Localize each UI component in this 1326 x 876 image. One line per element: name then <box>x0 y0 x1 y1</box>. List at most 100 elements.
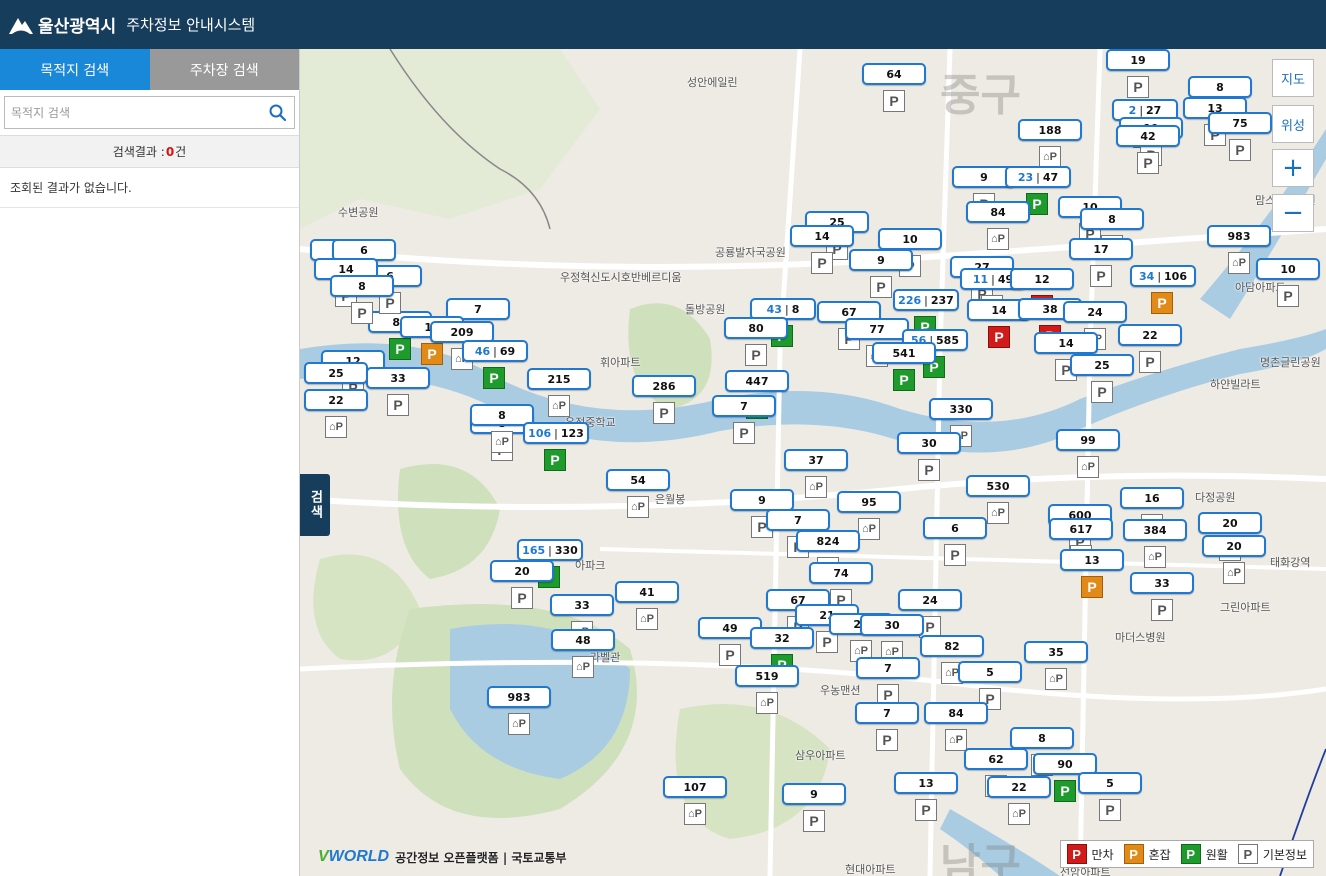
parking-count-label[interactable]: 14 <box>790 225 854 247</box>
parking-count-label[interactable]: 824 <box>796 530 860 552</box>
parking-basic-icon[interactable]: P <box>1229 139 1251 161</box>
public-parking-icon[interactable]: ⌂P <box>1008 803 1030 825</box>
zoom-out-button[interactable]: − <box>1272 194 1314 232</box>
parking-available-icon[interactable]: P <box>544 449 566 471</box>
parking-basic-icon[interactable]: P <box>511 587 533 609</box>
parking-basic-icon[interactable]: P <box>351 302 373 324</box>
search-icon[interactable] <box>268 103 288 123</box>
parking-basic-icon[interactable]: P <box>1127 76 1149 98</box>
parking-busy-icon[interactable]: P <box>1151 292 1173 314</box>
parking-count-label[interactable]: 62 <box>964 748 1028 770</box>
parking-count-label[interactable]: 42 <box>1116 125 1180 147</box>
parking-count-label[interactable]: 7 <box>855 702 919 724</box>
parking-count-label[interactable]: 22 <box>304 389 368 411</box>
public-parking-icon[interactable]: ⌂P <box>945 729 967 751</box>
public-parking-icon[interactable]: ⌂P <box>987 502 1009 524</box>
parking-count-label[interactable]: 80 <box>724 317 788 339</box>
parking-count-label[interactable]: 74 <box>809 562 873 584</box>
parking-count-label[interactable]: 20 <box>1198 512 1262 534</box>
search-input[interactable] <box>5 97 294 128</box>
parking-basic-icon[interactable]: P <box>1091 381 1113 403</box>
parking-count-label[interactable]: 286 <box>632 375 696 397</box>
public-parking-icon[interactable]: ⌂P <box>325 416 347 438</box>
parking-count-label[interactable]: 13 <box>894 772 958 794</box>
parking-count-label[interactable]: 32 <box>750 627 814 649</box>
parking-count-label[interactable]: 48 <box>551 629 615 651</box>
parking-count-label[interactable]: 24 <box>898 589 962 611</box>
parking-count-label[interactable]: 64 <box>862 63 926 85</box>
city-name[interactable]: 울산광역시 <box>38 12 116 37</box>
parking-count-label[interactable]: 983 <box>1207 225 1271 247</box>
parking-count-label[interactable]: 6 <box>923 517 987 539</box>
parking-count-label[interactable]: 983 <box>487 686 551 708</box>
parking-count-label[interactable]: 8 <box>1188 76 1252 98</box>
parking-count-label[interactable]: 13 <box>1060 549 1124 571</box>
parking-count-label[interactable]: 10 <box>878 228 942 250</box>
parking-count-label[interactable]: 77 <box>845 318 909 340</box>
parking-count-label[interactable]: 46 | 69 <box>462 340 528 362</box>
public-parking-icon[interactable]: ⌂P <box>1223 562 1245 584</box>
parking-count-label[interactable]: 165 | 330 <box>517 539 583 561</box>
public-parking-icon[interactable]: ⌂P <box>548 395 570 417</box>
parking-basic-icon[interactable]: P <box>811 252 833 274</box>
tab-parking-search[interactable]: 주차장 검색 <box>149 49 299 90</box>
parking-count-label[interactable]: 215 <box>527 368 591 390</box>
public-parking-icon[interactable]: ⌂P <box>858 518 880 540</box>
parking-basic-icon[interactable]: P <box>883 90 905 112</box>
parking-count-label[interactable]: 9 <box>730 489 794 511</box>
parking-count-label[interactable]: 530 <box>966 475 1030 497</box>
parking-basic-icon[interactable]: P <box>1099 799 1121 821</box>
parking-count-label[interactable]: 25 <box>304 362 368 384</box>
parking-basic-icon[interactable]: P <box>719 644 741 666</box>
parking-basic-icon[interactable]: P <box>745 344 767 366</box>
parking-count-label[interactable]: 5 <box>958 661 1022 683</box>
parking-count-label[interactable]: 617 <box>1049 518 1113 540</box>
parking-basic-icon[interactable]: P <box>653 402 675 424</box>
parking-count-label[interactable]: 22 <box>987 776 1051 798</box>
parking-count-label[interactable]: 30 <box>860 614 924 636</box>
public-parking-icon[interactable]: ⌂P <box>627 496 649 518</box>
map-view[interactable]: 중구 남구 성안에일린 수변공원 공룡발자국공원 우정혁신도시호반베르디움 돌방… <box>300 49 1326 876</box>
parking-basic-icon[interactable]: P <box>387 394 409 416</box>
parking-basic-icon[interactable]: P <box>1151 599 1173 621</box>
parking-basic-icon[interactable]: P <box>1277 285 1299 307</box>
parking-basic-icon[interactable]: P <box>944 544 966 566</box>
parking-count-label[interactable]: 17 <box>1069 238 1133 260</box>
parking-count-label[interactable]: 82 <box>920 635 984 657</box>
parking-available-icon[interactable]: P <box>1054 780 1076 802</box>
tab-destination-search[interactable]: 목적지 검색 <box>0 49 150 90</box>
parking-available-icon[interactable]: P <box>389 338 411 360</box>
parking-count-label[interactable]: 12 <box>1010 268 1074 290</box>
parking-busy-icon[interactable]: P <box>1081 576 1103 598</box>
parking-available-icon[interactable]: P <box>483 367 505 389</box>
parking-count-label[interactable]: 7 <box>856 657 920 679</box>
public-parking-icon[interactable]: ⌂P <box>805 476 827 498</box>
parking-count-label[interactable]: 384 <box>1123 519 1187 541</box>
parking-available-icon[interactable]: P <box>893 369 915 391</box>
parking-count-label[interactable]: 188 <box>1018 119 1082 141</box>
public-parking-icon[interactable]: ⌂P <box>508 713 530 735</box>
parking-basic-icon[interactable]: P <box>733 422 755 444</box>
parking-count-label[interactable]: 541 <box>872 342 936 364</box>
parking-count-label[interactable]: 54 <box>606 469 670 491</box>
parking-count-label[interactable]: 99 <box>1056 429 1120 451</box>
parking-count-label[interactable]: 41 <box>615 581 679 603</box>
parking-count-label[interactable]: 30 <box>897 432 961 454</box>
parking-count-label[interactable]: 106 | 123 <box>523 422 589 444</box>
parking-count-label[interactable]: 5 <box>1078 772 1142 794</box>
public-parking-icon[interactable]: ⌂P <box>1045 668 1067 690</box>
parking-basic-icon[interactable]: P <box>918 459 940 481</box>
parking-count-label[interactable]: 25 <box>1070 354 1134 376</box>
parking-count-label[interactable]: 14 <box>1034 332 1098 354</box>
parking-count-label[interactable]: 9 <box>849 249 913 271</box>
sidebar-toggle-button[interactable]: 검색 <box>300 474 330 536</box>
parking-busy-icon[interactable]: P <box>421 343 443 365</box>
parking-count-label[interactable]: 19 <box>1106 49 1170 71</box>
parking-count-label[interactable]: 24 <box>1063 301 1127 323</box>
parking-basic-icon[interactable]: P <box>1137 152 1159 174</box>
parking-count-label[interactable]: 10 <box>1256 258 1320 280</box>
parking-count-label[interactable]: 95 <box>837 491 901 513</box>
public-parking-icon[interactable]: ⌂P <box>572 656 594 678</box>
parking-count-label[interactable]: 37 <box>784 449 848 471</box>
parking-basic-icon[interactable]: P <box>870 276 892 298</box>
